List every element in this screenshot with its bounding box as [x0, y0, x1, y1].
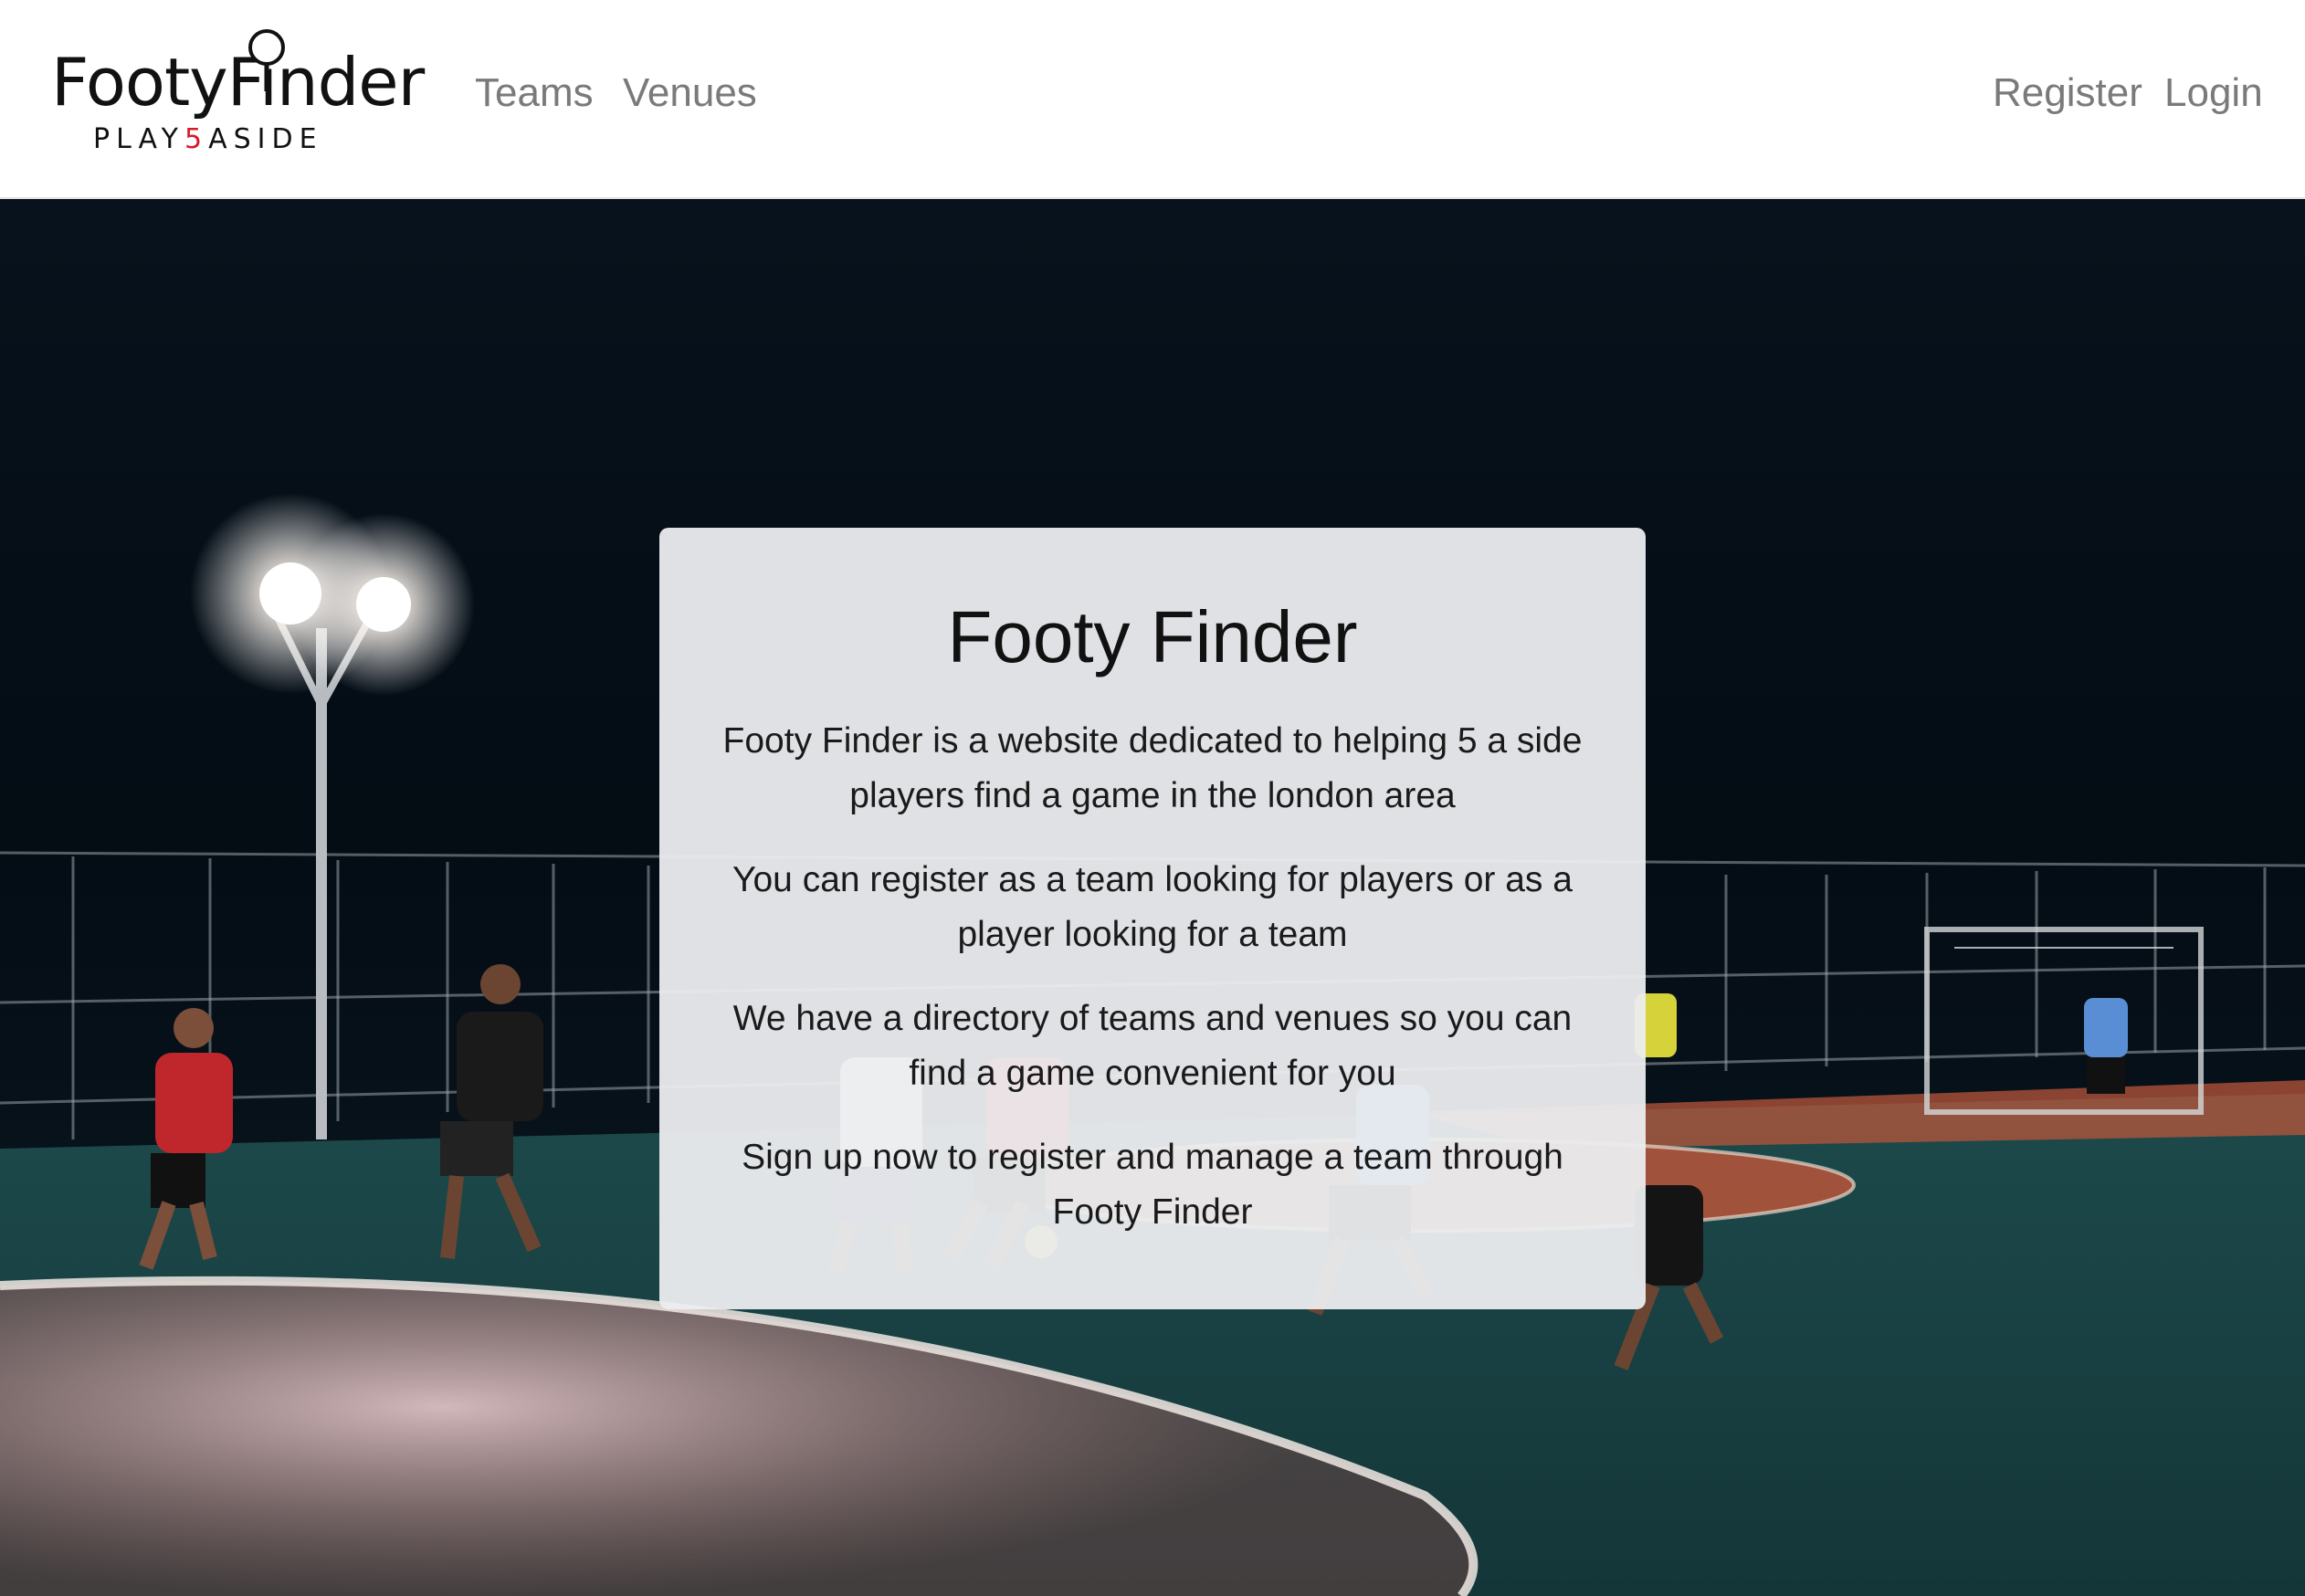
intro-paragraph: Sign up now to register and manage a tea…	[742, 1138, 1563, 1232]
intro-paragraph: Footy Finder is a website dedicated to h…	[722, 721, 1583, 815]
intro-title: Footy Finder	[947, 596, 1358, 677]
hero-section: Footy Finder Footy Finder is a website d…	[0, 199, 2305, 1596]
nav-link-login[interactable]: Login	[2164, 73, 2263, 113]
brand-logo[interactable]: FootyFinder PLAY5ASIDE	[51, 24, 425, 161]
intro-paragraph: We have a directory of teams and venues …	[732, 999, 1573, 1093]
nav-link-register[interactable]: Register	[1993, 73, 2142, 113]
intro-paragraph: You can register as a team looking for p…	[732, 860, 1573, 954]
nav-link-venues[interactable]: Venues	[623, 73, 757, 113]
location-pin-icon	[248, 29, 285, 91]
nav-link-teams[interactable]: Teams	[475, 73, 594, 113]
brand-tagline: PLAY5ASIDE	[93, 123, 323, 155]
top-navbar: FootyFinder PLAY5ASIDE Teams Venues Regi…	[0, 0, 2305, 199]
intro-card: Footy Finder Footy Finder is a website d…	[659, 528, 1646, 1309]
